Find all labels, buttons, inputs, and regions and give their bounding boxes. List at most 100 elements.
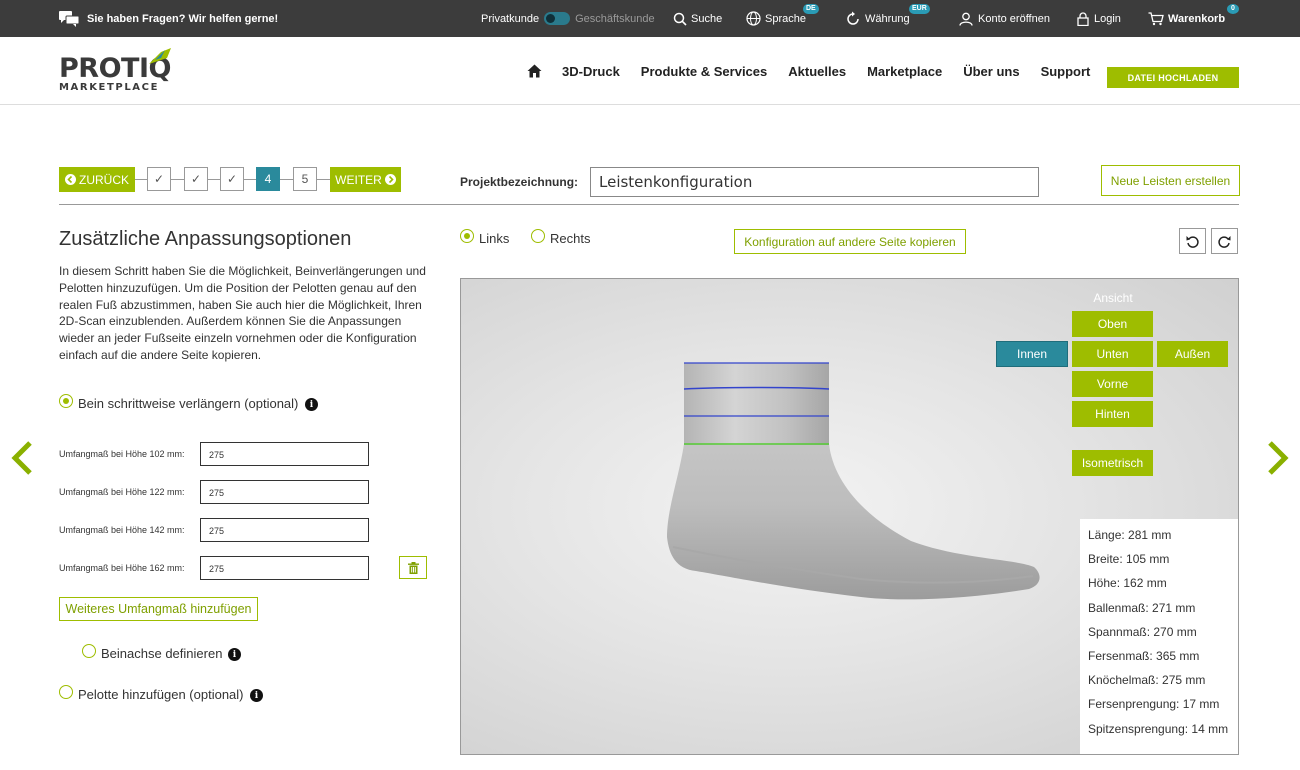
view-top-button[interactable]: Oben [1072, 311, 1153, 337]
search-icon [673, 12, 687, 26]
info-icon[interactable]: i [228, 648, 241, 661]
customer-toggle[interactable]: Privatkunde Geschäftskunde [481, 0, 655, 37]
info-icon[interactable]: i [305, 398, 318, 411]
back-button[interactable]: ZURÜCK [59, 167, 135, 192]
main-nav: 3D-Druck Produkte & Services Aktuelles M… [527, 37, 1090, 105]
nav-produkte-services[interactable]: Produkte & Services [641, 64, 767, 79]
add-measure-button[interactable]: Weiteres Umfangmaß hinzufügen [59, 597, 258, 621]
measure-instep: Spannmaß: 270 mm [1088, 624, 1197, 639]
view-outer-button[interactable]: Außen [1157, 341, 1228, 367]
field-label-122: Umfangmaß bei Höhe 122 mm: [59, 487, 185, 497]
extend-leg-label: Bein schrittweise verlängern (optional) [78, 396, 299, 411]
nav-ueber-uns[interactable]: Über uns [963, 64, 1019, 79]
side-left-label: Links [479, 231, 510, 246]
leg-axis-radio[interactable] [82, 644, 96, 658]
view-bottom-button[interactable]: Unten [1072, 341, 1153, 367]
circumference-input-122[interactable]: 275 [200, 480, 369, 504]
language-label: Sprache [765, 12, 806, 25]
circumference-input-102[interactable]: 275 [200, 442, 369, 466]
help-text: Sie haben Fragen? Wir helfen gerne! [87, 12, 279, 25]
customer-private-label: Privatkunde [481, 12, 540, 25]
help-link[interactable]: Sie haben Fragen? Wir helfen gerne! [59, 0, 278, 37]
section-title: Zusätzliche Anpassungsoptionen [59, 228, 352, 250]
lock-icon [1077, 11, 1089, 26]
delete-measure-button[interactable] [399, 556, 427, 579]
measure-toe-spring: Spitzensprengung: 14 mm [1088, 721, 1229, 736]
currency-link[interactable]: Währung [845, 0, 910, 37]
home-icon[interactable] [527, 64, 542, 78]
customer-type-switch[interactable] [544, 12, 571, 25]
refresh-icon [847, 11, 859, 25]
measure-width: Breite: 105 mm [1088, 552, 1170, 567]
step-5[interactable]: 5 [293, 167, 317, 191]
view-back-button[interactable]: Hinten [1072, 401, 1153, 427]
field-label-162: Umfangmaß bei Höhe 162 mm: [59, 563, 185, 573]
section-description: In diesem Schritt haben Sie die Möglichk… [59, 264, 426, 362]
cart-link[interactable]: Warenkorb [1148, 0, 1225, 37]
step-4[interactable]: 4 [256, 167, 280, 191]
project-label: Projektbezeichnung: [460, 175, 579, 189]
leg-axis-label: Beinachse definieren [101, 646, 223, 661]
currency-badge: EUR [909, 4, 930, 14]
cart-icon [1148, 11, 1164, 25]
side-right-radio[interactable] [531, 229, 545, 243]
measure-heel-pitch: Fersenprengung: 17 mm [1088, 697, 1220, 712]
top-bar: Sie haben Fragen? Wir helfen gerne! Priv… [0, 0, 1300, 37]
info-icon[interactable]: i [250, 689, 263, 702]
search-label: Suche [691, 12, 723, 25]
customer-business-label: Geschäftskunde [575, 12, 655, 25]
measure-length: Länge: 281 mm [1088, 528, 1172, 542]
next-button[interactable]: WEITER [330, 167, 401, 192]
search-link[interactable]: Suche [673, 0, 722, 37]
step-3[interactable]: ✓ [220, 167, 244, 191]
arrow-left-circle-icon [65, 174, 76, 185]
circumference-input-142[interactable]: 275 [200, 518, 369, 542]
register-link[interactable]: Konto eröffnen [959, 0, 1050, 37]
logo-subtitle: MARKETPLACE [59, 82, 160, 93]
logo[interactable]: PROTIQ MARKETPLACE [59, 48, 171, 93]
section-divider [59, 204, 1239, 205]
measure-heel: Fersenmaß: 365 mm [1088, 648, 1200, 663]
undo-button[interactable] [1179, 228, 1206, 254]
redo-button[interactable] [1211, 228, 1238, 254]
side-left-radio[interactable] [460, 229, 474, 243]
logo-leaf-icon [149, 48, 171, 64]
nav-aktuelles[interactable]: Aktuelles [788, 64, 846, 79]
back-label: ZURÜCK [79, 172, 129, 187]
view-isometric-button[interactable]: Isometrisch [1072, 450, 1153, 476]
field-label-102: Umfangmaß bei Höhe 102 mm: [59, 449, 185, 459]
undo-icon [1186, 235, 1199, 248]
chat-icon [59, 10, 80, 27]
step-1[interactable]: ✓ [147, 167, 171, 191]
side-right-label: Rechts [550, 231, 591, 246]
new-last-button[interactable]: Neue Leisten erstellen [1101, 165, 1240, 196]
extend-leg-radio[interactable] [59, 394, 73, 408]
measurements-panel: Länge: 281 mm Breite: 105 mm Höhe: 162 m… [1080, 519, 1238, 754]
globe-icon [746, 11, 761, 26]
view-title: Ansicht [1093, 291, 1133, 305]
user-icon [959, 12, 973, 26]
main-header: PROTIQ MARKETPLACE 3D-Druck Produkte & S… [0, 37, 1300, 105]
login-link[interactable]: Login [1077, 0, 1121, 37]
chevron-left-icon[interactable] [10, 440, 34, 476]
copy-config-button[interactable]: Konfiguration auf andere Seite kopieren [734, 229, 966, 254]
nav-support[interactable]: Support [1041, 64, 1091, 79]
upload-file-button[interactable]: DATEI HOCHLADEN [1107, 67, 1239, 88]
cart-count-badge: 0 [1227, 4, 1239, 14]
chevron-right-icon[interactable] [1266, 440, 1290, 476]
login-label: Login [1094, 12, 1121, 25]
circumference-input-162[interactable]: 275 [200, 556, 369, 580]
project-name-input[interactable] [590, 167, 1039, 197]
trash-icon [407, 561, 419, 574]
arrow-right-circle-icon [384, 174, 396, 185]
step-2[interactable]: ✓ [184, 167, 208, 191]
view-inner-button[interactable]: Innen [996, 341, 1068, 367]
language-link[interactable]: Sprache [746, 0, 806, 37]
view-front-button[interactable]: Vorne [1072, 371, 1153, 397]
nav-marketplace[interactable]: Marketplace [867, 64, 942, 79]
measure-height: Höhe: 162 mm [1088, 576, 1167, 591]
pelotte-label: Pelotte hinzufügen (optional) [78, 687, 244, 702]
3d-viewer[interactable]: Ansicht Oben Innen Unten Außen Vorne Hin… [460, 278, 1239, 755]
nav-3d-druck[interactable]: 3D-Druck [562, 64, 620, 79]
pelotte-radio[interactable] [59, 685, 73, 699]
